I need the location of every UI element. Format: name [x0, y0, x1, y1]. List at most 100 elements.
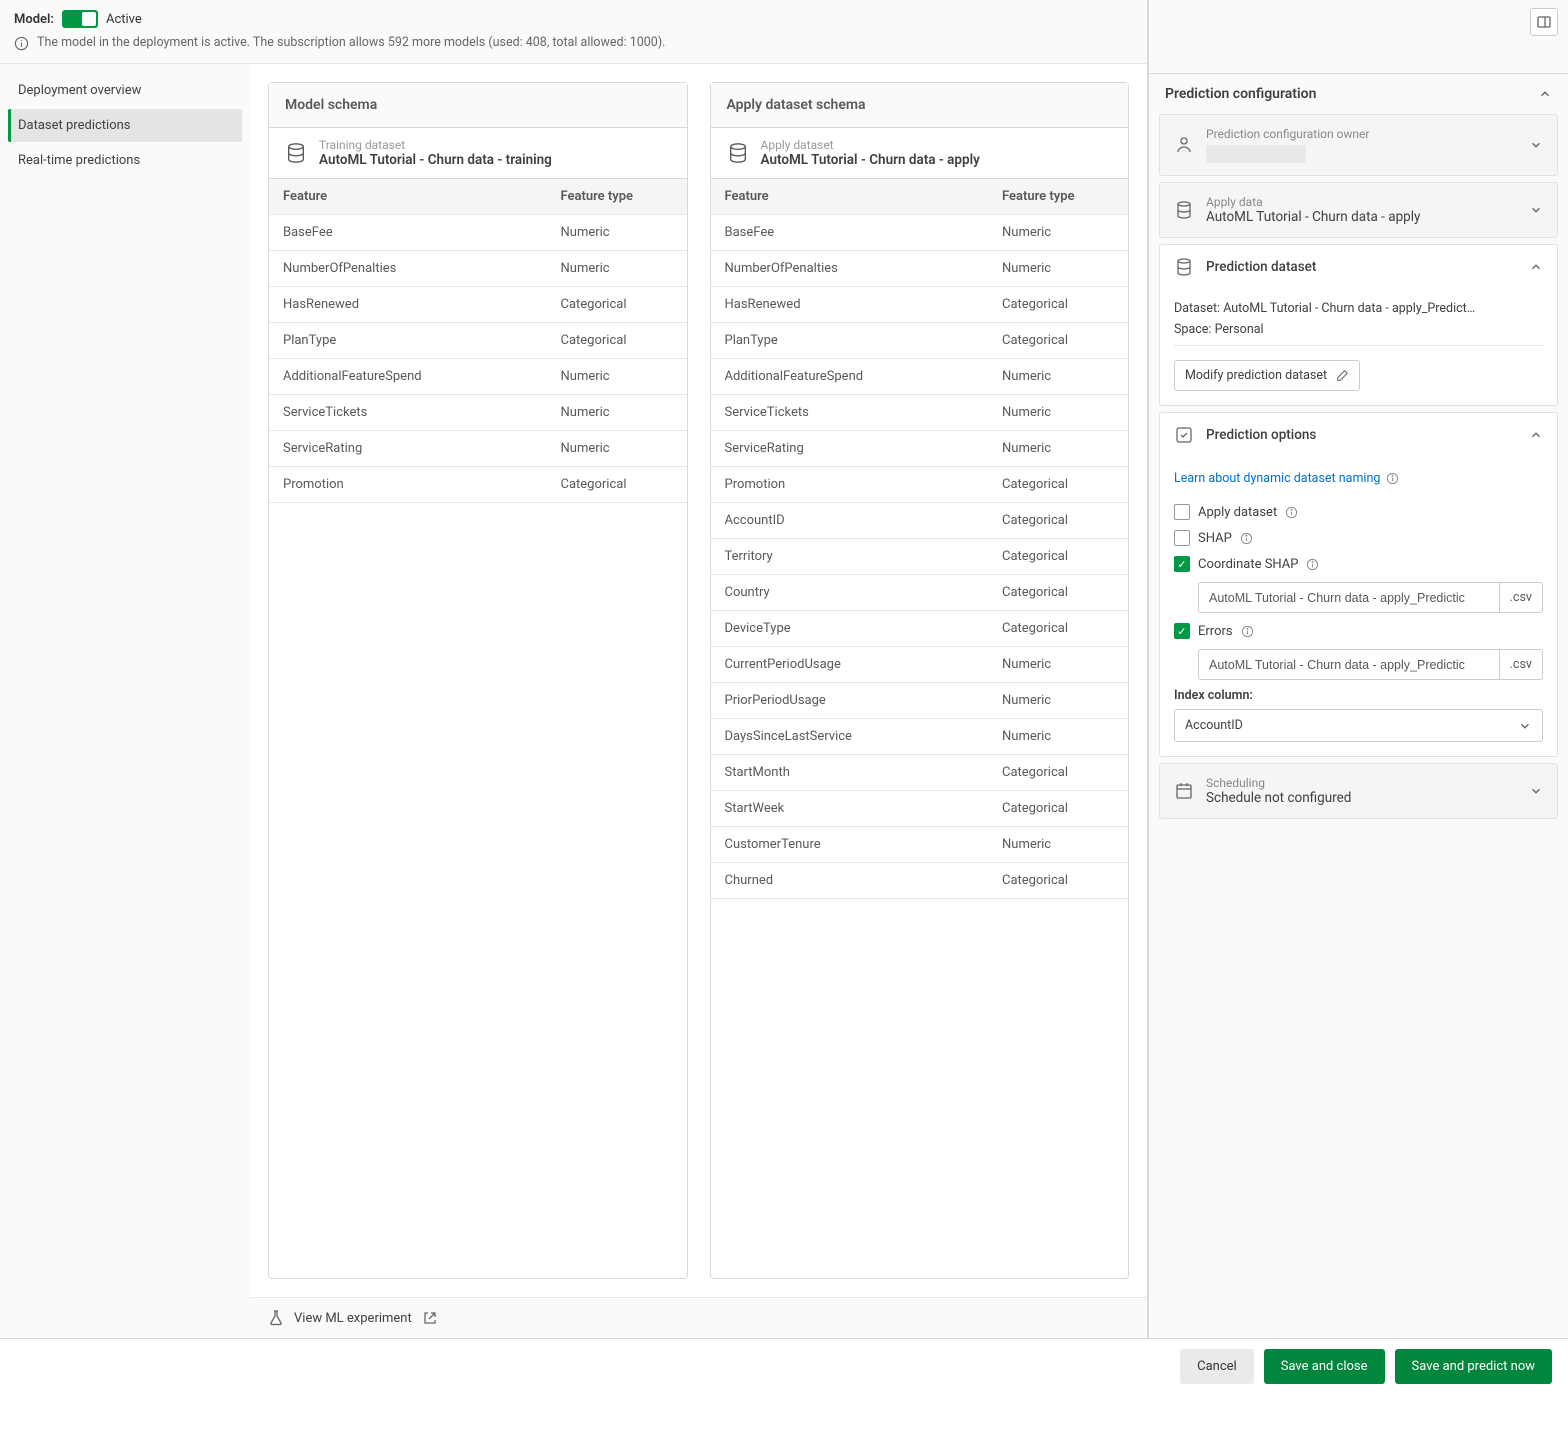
model-label: Model:	[14, 12, 54, 27]
model-feature-table: Feature Feature type BaseFeeNumericNumbe…	[269, 179, 687, 1278]
feature-cell: Churned	[711, 863, 989, 898]
table-row: TerritoryCategorical	[711, 539, 1129, 575]
feature-type-cell: Numeric	[547, 359, 687, 394]
file-extension: .csv	[1500, 582, 1543, 613]
chevron-down-icon	[1529, 138, 1543, 152]
apply-dataset-label: Apply dataset	[761, 138, 980, 152]
feature-cell: NumberOfPenalties	[269, 251, 547, 286]
table-row: HasRenewedCategorical	[269, 287, 687, 323]
options-icon	[1174, 425, 1194, 445]
table-row: DeviceTypeCategorical	[711, 611, 1129, 647]
prediction-config-header[interactable]: Prediction configuration	[1149, 74, 1568, 114]
sidebar-item-dataset-predictions[interactable]: Dataset predictions	[8, 109, 242, 142]
feature-cell: PriorPeriodUsage	[711, 683, 989, 718]
cancel-button[interactable]: Cancel	[1180, 1349, 1254, 1384]
feature-cell: StartWeek	[711, 791, 989, 826]
top-bar: Model: Active The model in the deploymen…	[0, 0, 1147, 63]
prediction-dataset-section[interactable]: Prediction dataset	[1160, 245, 1557, 289]
panel-icon	[1536, 14, 1552, 30]
table-row: NumberOfPenaltiesNumeric	[269, 251, 687, 287]
collapse-panel-button[interactable]	[1530, 8, 1558, 36]
table-row: ServiceTicketsNumeric	[269, 395, 687, 431]
table-row: StartWeekCategorical	[711, 791, 1129, 827]
feature-type-cell: Numeric	[988, 395, 1128, 430]
sidebar-item-deployment-overview[interactable]: Deployment overview	[8, 74, 242, 107]
feature-cell: Territory	[711, 539, 989, 574]
index-column-select[interactable]: AccountID	[1174, 709, 1543, 742]
table-row: DaysSinceLastServiceNumeric	[711, 719, 1129, 755]
table-row: BaseFeeNumeric	[269, 215, 687, 251]
table-row: CurrentPeriodUsageNumeric	[711, 647, 1129, 683]
feature-type-cell: Categorical	[988, 539, 1128, 574]
chevron-up-icon	[1538, 87, 1552, 101]
feature-type-cell: Numeric	[988, 647, 1128, 682]
database-icon	[285, 142, 307, 164]
feature-type-cell: Numeric	[988, 215, 1128, 250]
file-extension: .csv	[1500, 649, 1543, 680]
table-row: ServiceTicketsNumeric	[711, 395, 1129, 431]
table-row: PromotionCategorical	[269, 467, 687, 503]
table-row: ServiceRatingNumeric	[269, 431, 687, 467]
feature-type-cell: Numeric	[547, 395, 687, 430]
prediction-options-section[interactable]: Prediction options	[1160, 413, 1557, 457]
errors-checkbox[interactable]	[1174, 623, 1190, 639]
feature-cell: Country	[711, 575, 989, 610]
feature-type-cell: Categorical	[988, 575, 1128, 610]
flask-icon	[268, 1310, 284, 1326]
table-row: StartMonthCategorical	[711, 755, 1129, 791]
errors-filename-input[interactable]	[1198, 649, 1500, 680]
database-icon	[1174, 257, 1194, 277]
feature-cell: BaseFee	[711, 215, 989, 250]
table-row: AdditionalFeatureSpendNumeric	[711, 359, 1129, 395]
feature-cell: AccountID	[711, 503, 989, 538]
feature-cell: ServiceTickets	[269, 395, 547, 430]
feature-cell: PlanType	[711, 323, 989, 358]
feature-type-cell: Categorical	[547, 467, 687, 502]
feature-cell: ServiceRating	[269, 431, 547, 466]
owner-value-chip	[1206, 145, 1306, 163]
feature-type-cell: Numeric	[988, 431, 1128, 466]
info-icon	[1241, 625, 1254, 638]
model-status: Active	[106, 12, 142, 27]
coordinate-shap-checkbox[interactable]	[1174, 556, 1190, 572]
feature-cell: Promotion	[711, 467, 989, 502]
col-feature-type: Feature type	[988, 179, 1128, 214]
feature-cell: DaysSinceLastService	[711, 719, 989, 754]
apply-feature-table: Feature Feature type BaseFeeNumericNumbe…	[711, 179, 1129, 1278]
table-row: ChurnedCategorical	[711, 863, 1129, 899]
coordinate-shap-filename-input[interactable]	[1198, 582, 1500, 613]
table-row: AccountIDCategorical	[711, 503, 1129, 539]
feature-type-cell: Numeric	[988, 359, 1128, 394]
table-row: CustomerTenureNumeric	[711, 827, 1129, 863]
feature-type-cell: Categorical	[988, 791, 1128, 826]
feature-type-cell: Numeric	[988, 251, 1128, 286]
feature-cell: CustomerTenure	[711, 827, 989, 862]
modify-prediction-dataset-button[interactable]: Modify prediction dataset	[1174, 360, 1360, 391]
prediction-config-panel: Prediction configuration Prediction conf…	[1148, 0, 1568, 1338]
sidebar-item-real-time-predictions[interactable]: Real-time predictions	[8, 144, 242, 177]
model-active-toggle[interactable]	[62, 10, 98, 28]
save-and-close-button[interactable]: Save and close	[1264, 1349, 1385, 1384]
apply-dataset-checkbox[interactable]	[1174, 504, 1190, 520]
config-owner-section[interactable]: Prediction configuration owner	[1160, 115, 1557, 175]
apply-data-section[interactable]: Apply data AutoML Tutorial - Churn data …	[1160, 183, 1557, 237]
feature-type-cell: Categorical	[988, 323, 1128, 358]
save-and-predict-button[interactable]: Save and predict now	[1395, 1349, 1552, 1384]
table-row: CountryCategorical	[711, 575, 1129, 611]
feature-type-cell: Numeric	[988, 719, 1128, 754]
feature-type-cell: Numeric	[988, 827, 1128, 862]
footer-actions: Cancel Save and close Save and predict n…	[0, 1338, 1568, 1394]
feature-cell: CurrentPeriodUsage	[711, 647, 989, 682]
table-row: PriorPeriodUsageNumeric	[711, 683, 1129, 719]
info-icon	[1285, 506, 1298, 519]
table-row: HasRenewedCategorical	[711, 287, 1129, 323]
feature-cell: AdditionalFeatureSpend	[269, 359, 547, 394]
shap-checkbox[interactable]	[1174, 530, 1190, 546]
scheduling-section[interactable]: Scheduling Schedule not configured	[1160, 764, 1557, 818]
feature-cell: AdditionalFeatureSpend	[711, 359, 989, 394]
external-link-icon	[422, 1310, 438, 1326]
view-ml-experiment-link[interactable]: View ML experiment	[250, 1297, 1147, 1338]
prediction-dataset-name: AutoML Tutorial - Churn data - apply_Pre…	[1223, 301, 1475, 316]
learn-dynamic-naming-link[interactable]: Learn about dynamic dataset naming	[1174, 471, 1399, 486]
apply-schema-title: Apply dataset schema	[711, 83, 1129, 128]
